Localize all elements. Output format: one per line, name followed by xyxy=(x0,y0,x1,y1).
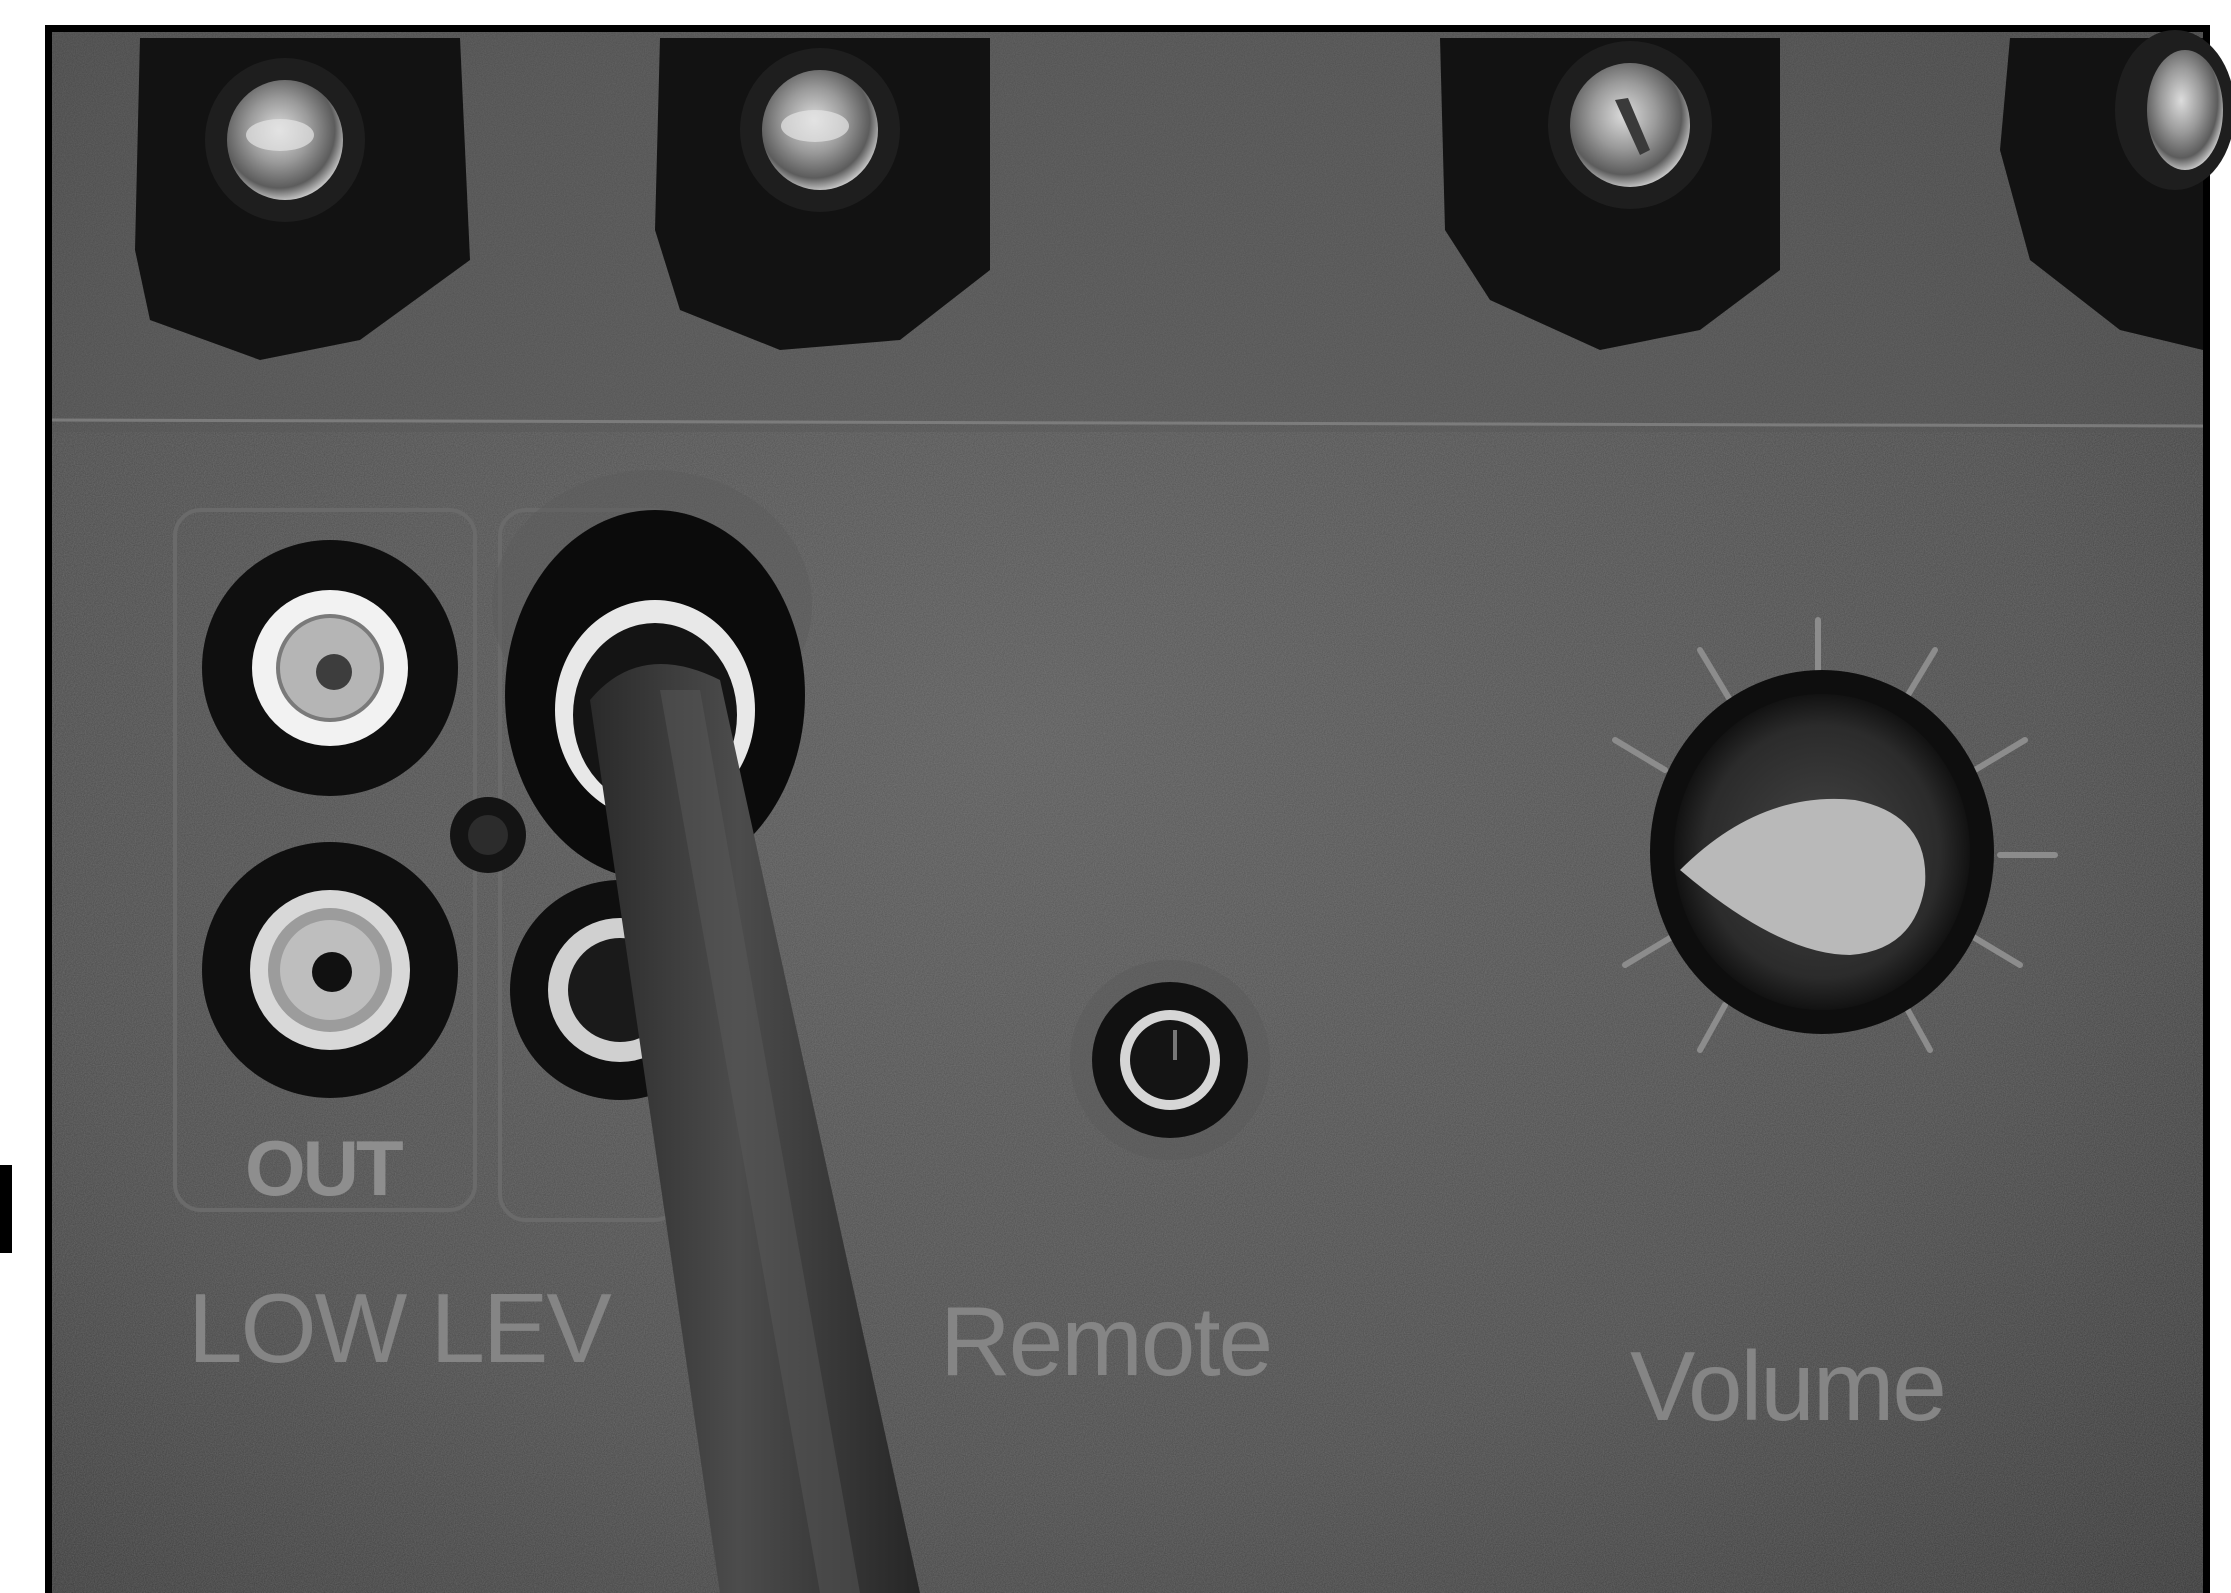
page-edge-mark xyxy=(0,1165,12,1253)
rca-jack-out-bottom xyxy=(202,842,458,1098)
remote-jack xyxy=(1070,960,1270,1160)
low-level-label: LOW LEV xyxy=(188,1273,611,1383)
rca-jack-out-top xyxy=(202,540,458,796)
out-label: OUT xyxy=(245,1124,403,1212)
remote-label: Remote xyxy=(940,1286,1271,1396)
volume-label: Volume xyxy=(1630,1331,1945,1441)
amplifier-rear-panel-photo: OUT LOW LEV Remote Volume xyxy=(0,0,2231,1593)
speaker-binding-post-2 xyxy=(655,38,990,350)
